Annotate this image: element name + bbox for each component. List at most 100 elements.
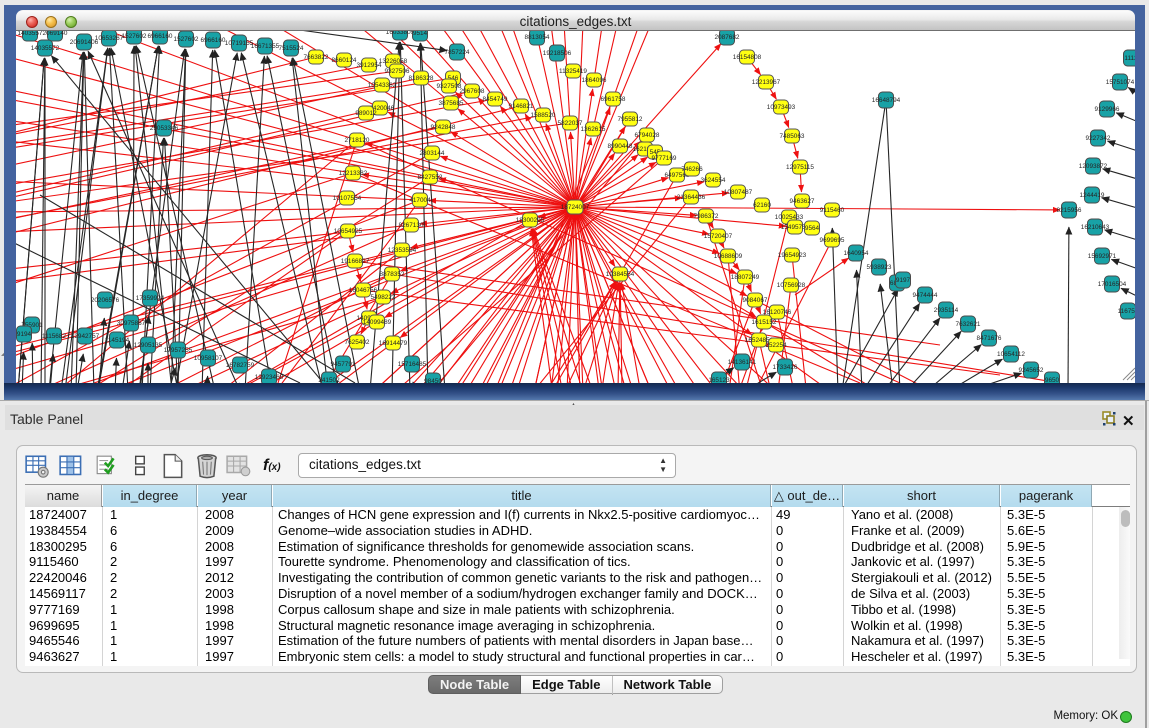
svg-text:10973493: 10973493 — [767, 104, 796, 111]
svg-text:417004: 417004 — [409, 197, 431, 204]
svg-text:3875685: 3875685 — [439, 100, 464, 107]
svg-text:17957255: 17957255 — [164, 347, 193, 354]
svg-text:9474444: 9474444 — [913, 292, 938, 299]
svg-text:746266: 746266 — [681, 166, 703, 173]
svg-text:7625402: 7625402 — [345, 339, 370, 346]
svg-text:9327506: 9327506 — [385, 68, 410, 75]
svg-text:5938923: 5938923 — [867, 264, 892, 271]
svg-text:62160: 62160 — [753, 202, 771, 209]
svg-text:2935114: 2935114 — [934, 307, 959, 314]
svg-text:8813054: 8813054 — [525, 34, 550, 41]
svg-text:12942757: 12942757 — [71, 333, 100, 340]
svg-text:7515524: 7515524 — [279, 45, 304, 52]
svg-text:9115460: 9115460 — [820, 207, 845, 214]
svg-text:16046756: 16046756 — [349, 287, 378, 294]
svg-text:21364436: 21364436 — [677, 194, 706, 201]
svg-text:2069140: 2069140 — [43, 31, 68, 37]
svg-text:10654925: 10654925 — [334, 228, 363, 235]
svg-text:8454749: 8454749 — [483, 96, 508, 103]
svg-text:19218506: 19218506 — [543, 50, 572, 57]
svg-text:12213967: 12213967 — [752, 79, 781, 86]
svg-text:252254: 252254 — [765, 342, 787, 349]
svg-text:17359924: 17359924 — [136, 295, 165, 302]
svg-text:5498222: 5498222 — [371, 294, 396, 301]
svg-text:9514: 9514 — [413, 31, 428, 37]
svg-text:6794028: 6794028 — [635, 132, 660, 139]
svg-text:12093872: 12093872 — [1079, 163, 1108, 170]
svg-text:8660124: 8660124 — [332, 57, 357, 64]
svg-text:11325419: 11325419 — [559, 68, 587, 75]
svg-text:15751074: 15751074 — [1106, 79, 1135, 86]
svg-text:15692971: 15692971 — [1088, 253, 1117, 260]
svg-text:9777169: 9777169 — [652, 155, 677, 162]
svg-text:2718120: 2718120 — [345, 137, 370, 144]
svg-text:10653267: 10653267 — [95, 35, 124, 42]
svg-text:19166827: 19166827 — [341, 258, 370, 265]
svg-text:6961758: 6961758 — [601, 96, 626, 103]
svg-text:9327508: 9327508 — [437, 83, 462, 90]
svg-text:15716485: 15716485 — [398, 361, 427, 368]
svg-text:12213382: 12213382 — [339, 170, 368, 177]
svg-text:9242848: 9242848 — [431, 124, 456, 131]
svg-text:1403557: 1403557 — [18, 31, 43, 37]
svg-text:7663822: 7663822 — [304, 54, 329, 61]
svg-text:14136141: 14136141 — [728, 359, 757, 366]
svg-text:2803144: 2803144 — [420, 150, 445, 157]
svg-text:2087682: 2087682 — [715, 34, 740, 41]
svg-text:9564: 9564 — [805, 225, 820, 232]
svg-text:6966160: 6966160 — [148, 33, 173, 40]
svg-text:10543362: 10543362 — [368, 82, 397, 89]
svg-text:9650: 9650 — [1045, 377, 1060, 383]
svg-text:10958107: 10958107 — [194, 355, 223, 362]
svg-text:1112: 1112 — [1124, 55, 1135, 62]
svg-text:8186328: 8186328 — [409, 75, 434, 82]
svg-text:1244419: 1244419 — [1080, 192, 1105, 199]
svg-text:1527602: 1527602 — [122, 33, 147, 40]
svg-text:9699695: 9699695 — [820, 237, 845, 244]
svg-text:20206576: 20206576 — [91, 297, 120, 304]
svg-text:98450: 98450 — [424, 378, 442, 383]
svg-text:14099489: 14099489 — [363, 319, 392, 326]
svg-text:18807249: 18807249 — [731, 274, 760, 281]
svg-text:9227342: 9227342 — [1086, 135, 1111, 142]
svg-text:8215956: 8215956 — [1057, 207, 1082, 214]
svg-text:7485063: 7485063 — [780, 133, 805, 140]
svg-text:165123: 165123 — [708, 377, 730, 383]
svg-text:8878352: 8878352 — [380, 271, 405, 278]
svg-text:9146821: 9146821 — [509, 103, 534, 110]
svg-text:16648794: 16648794 — [872, 97, 901, 104]
svg-text:9197: 9197 — [896, 277, 911, 284]
svg-text:1115682: 1115682 — [42, 333, 66, 340]
svg-text:14035572: 14035572 — [31, 45, 60, 52]
svg-text:7986372: 7986372 — [694, 213, 719, 220]
svg-text:18724007: 18724007 — [561, 204, 590, 211]
svg-text:989012: 989012 — [355, 110, 377, 117]
svg-text:1733426: 1733426 — [773, 364, 798, 371]
svg-text:17016504: 17016504 — [1098, 281, 1127, 288]
svg-text:10719155: 10719155 — [225, 40, 254, 47]
svg-text:12353594: 12353594 — [388, 247, 417, 254]
svg-text:29053346: 29053346 — [150, 125, 179, 132]
svg-text:18300295: 18300295 — [516, 217, 545, 224]
svg-text:1615152: 1615152 — [752, 319, 777, 326]
svg-text:16210643: 16210643 — [1081, 224, 1110, 231]
svg-text:116753: 116753 — [1118, 308, 1135, 315]
svg-text:10756928: 10756928 — [777, 282, 806, 289]
svg-text:9129966: 9129966 — [1095, 106, 1120, 113]
svg-text:30975867: 30975867 — [117, 320, 146, 327]
svg-text:8990448: 8990448 — [608, 143, 633, 150]
svg-text:10807487: 10807487 — [724, 189, 753, 196]
svg-text:15720407: 15720407 — [704, 233, 733, 240]
svg-text:2967608: 2967608 — [460, 88, 485, 95]
svg-text:16782759: 16782759 — [226, 362, 255, 369]
svg-text:9194: 9194 — [17, 331, 32, 338]
svg-text:9463627: 9463627 — [790, 198, 815, 205]
svg-text:9084067: 9084067 — [743, 297, 768, 304]
svg-text:16671355: 16671355 — [251, 43, 280, 50]
svg-text:1362615: 1362615 — [581, 126, 606, 133]
svg-text:5822037: 5822037 — [558, 120, 583, 127]
svg-text:16154808: 16154808 — [733, 54, 762, 61]
svg-text:12975115: 12975115 — [786, 164, 814, 171]
svg-text:7955812: 7955812 — [618, 116, 643, 123]
svg-text:10107554: 10107554 — [333, 195, 362, 202]
